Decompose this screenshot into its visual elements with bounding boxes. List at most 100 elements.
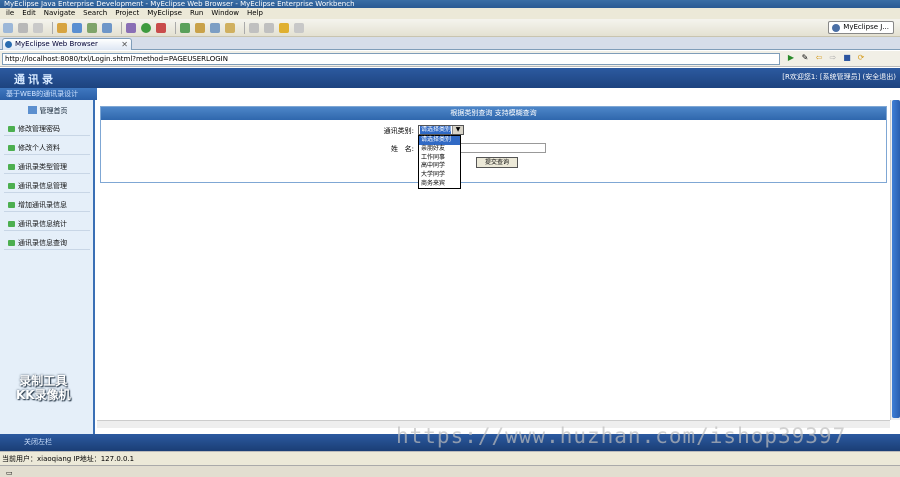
open-type-icon[interactable] (210, 22, 220, 33)
perspective-switcher[interactable]: MyEclipse J... (828, 21, 894, 34)
browser-urlbar: http://localhost:8080/txl/Login.shtml?me… (0, 51, 900, 67)
sidebar-item-label: 通讯录信息查询 (18, 239, 67, 247)
new-package-icon[interactable] (195, 22, 205, 33)
item-icon (8, 202, 15, 208)
app-header: 通讯录 [R欢迎您1: [系统管理员] (安全退出) (0, 68, 900, 88)
item-icon (8, 240, 15, 246)
run-icon[interactable] (141, 22, 151, 33)
menu-project[interactable]: Project (111, 8, 143, 19)
dropdown-option[interactable]: 商务来宾 (419, 180, 460, 189)
toolbar-separator (175, 21, 176, 34)
menubar: ile Edit Navigate Search Project MyEclip… (0, 8, 900, 19)
main-content: 根据类别查询 支持模糊查询 通讯类别: 请选择类别 ▼ 请选择类别 亲朋好友 工… (97, 100, 890, 420)
app-subheader: 基于WEB的通讯录设计 (0, 88, 97, 100)
back-icon[interactable]: ⇦ (814, 53, 824, 63)
taskbar: ▭ (0, 465, 900, 477)
name-label: 姓 名: (390, 145, 414, 153)
window-title: MyEclipse Java Enterprise Development - … (0, 0, 900, 8)
url-input[interactable]: http://localhost:8080/txl/Login.shtml?me… (2, 53, 780, 65)
sidebar-item-label: 修改个人资料 (18, 144, 60, 152)
new-class-icon[interactable] (180, 22, 190, 33)
vertical-scrollbar[interactable] (890, 100, 900, 420)
sidebar-item-label: 通讯录信息统计 (18, 220, 67, 228)
menu-myeclipse[interactable]: MyEclipse (143, 8, 186, 19)
close-icon[interactable]: ✕ (121, 39, 128, 50)
next-annotation-icon[interactable] (249, 22, 259, 33)
menu-navigate[interactable]: Navigate (40, 8, 79, 19)
menu-file[interactable]: ile (2, 8, 18, 19)
print-icon[interactable] (33, 22, 43, 33)
build-icon[interactable] (57, 22, 67, 33)
search-icon[interactable] (225, 22, 235, 33)
item-icon (8, 126, 15, 132)
submit-button[interactable]: 提交查询 (476, 157, 518, 168)
stop-icon[interactable]: ■ (842, 53, 852, 63)
menu-help[interactable]: Help (243, 8, 267, 19)
prev-annotation-icon[interactable] (264, 22, 274, 33)
toolbar-separator (244, 21, 245, 34)
external-tools-icon[interactable] (156, 22, 166, 33)
status-bar: 当前用户：xiaoqiang IP地址：127.0.0.1 (0, 451, 900, 465)
item-icon (8, 164, 15, 170)
menu-edit[interactable]: Edit (18, 8, 40, 19)
recorder-watermark: 录制工具 KK录像机 (16, 374, 71, 402)
panel-title: 根据类别查询 支持模糊查询 (101, 107, 886, 120)
toolbar-separator (121, 21, 122, 34)
deploy-icon[interactable] (87, 22, 97, 33)
sidebar-item-change-password[interactable]: 修改管理密码 (4, 122, 90, 136)
sidebar-item-label: 修改管理密码 (18, 125, 60, 133)
forward-icon[interactable] (294, 22, 304, 33)
dropdown-option[interactable]: 大学同学 (419, 171, 460, 180)
item-icon (8, 145, 15, 151)
editor-tabbar: MyEclipse Web Browser ✕ (0, 37, 900, 50)
dropdown-option[interactable]: 高中同学 (419, 162, 460, 171)
browser-buttons: ▶ ✎ ⇦ ⇨ ■ ⟳ (786, 53, 870, 63)
sidebar-item-add-info[interactable]: 增加通讯录信息 (4, 198, 90, 212)
watermark-line: 录制工具 (19, 374, 68, 388)
watermark-line: KK录像机 (16, 388, 71, 402)
type-label: 通讯类别: (383, 127, 414, 135)
toolbar (0, 19, 900, 37)
menu-run[interactable]: Run (186, 8, 207, 19)
menu-window[interactable]: Window (207, 8, 243, 19)
scrollbar-thumb[interactable] (892, 100, 900, 418)
dropdown-option[interactable]: 请选择类别 (419, 136, 460, 145)
sidebar-item-label: 通讯录类型管理 (18, 163, 67, 171)
type-select[interactable]: 请选择类别 ▼ (418, 125, 464, 135)
type-dropdown: 请选择类别 亲朋好友 工作同事 高中同学 大学同学 商务来宾 (418, 135, 461, 189)
go-icon[interactable]: ▶ (786, 53, 796, 63)
url-watermark: https://www.huzhan.com/ishop39397 (396, 424, 847, 448)
new-icon[interactable] (3, 22, 13, 33)
toggle-sidebar-link[interactable]: 关闭左栏 (24, 437, 52, 447)
menu-search[interactable]: Search (79, 8, 111, 19)
browser-icon[interactable] (102, 22, 112, 33)
search-panel: 根据类别查询 支持模糊查询 通讯类别: 请选择类别 ▼ 请选择类别 亲朋好友 工… (100, 106, 887, 189)
app-logo: 通讯录 (14, 73, 56, 86)
save-icon[interactable] (18, 22, 28, 33)
sidebar-item-label: 通讯录信息管理 (18, 182, 67, 190)
debug-icon[interactable] (126, 22, 136, 33)
server-icon[interactable] (72, 22, 82, 33)
back-icon[interactable] (279, 22, 289, 33)
forward-icon[interactable]: ⇨ (828, 53, 838, 63)
tab-label: MyEclipse Web Browser (15, 40, 98, 48)
sidebar-item-query[interactable]: 通讯录信息查询 (4, 236, 90, 250)
sidebar-item-statistics[interactable]: 通讯录信息统计 (4, 217, 90, 231)
item-icon (8, 221, 15, 227)
dropdown-option[interactable]: 亲朋好友 (419, 145, 460, 154)
taskbar-app-icon[interactable]: ▭ (6, 469, 13, 477)
sidebar: 管理首页 修改管理密码 修改个人资料 通讯录类型管理 通讯录信息管理 增加通讯录… (0, 100, 95, 434)
type-select-value: 请选择类别 (420, 126, 451, 134)
refresh-icon[interactable]: ⟳ (856, 53, 866, 63)
item-icon (8, 183, 15, 189)
user-info[interactable]: [R欢迎您1: [系统管理员] (安全退出) (782, 72, 896, 82)
sidebar-item-type-manage[interactable]: 通讯录类型管理 (4, 160, 90, 174)
sidebar-item-edit-profile[interactable]: 修改个人资料 (4, 141, 90, 155)
sidebar-item-info-manage[interactable]: 通讯录信息管理 (4, 179, 90, 193)
chevron-down-icon[interactable]: ▼ (452, 126, 463, 134)
toolbar-separator (52, 21, 53, 34)
tab-web-browser[interactable]: MyEclipse Web Browser ✕ (2, 38, 132, 50)
edit-icon[interactable]: ✎ (800, 53, 810, 63)
sidebar-item-label: 增加通讯录信息 (18, 201, 67, 209)
sidebar-title[interactable]: 管理首页 (0, 103, 95, 119)
